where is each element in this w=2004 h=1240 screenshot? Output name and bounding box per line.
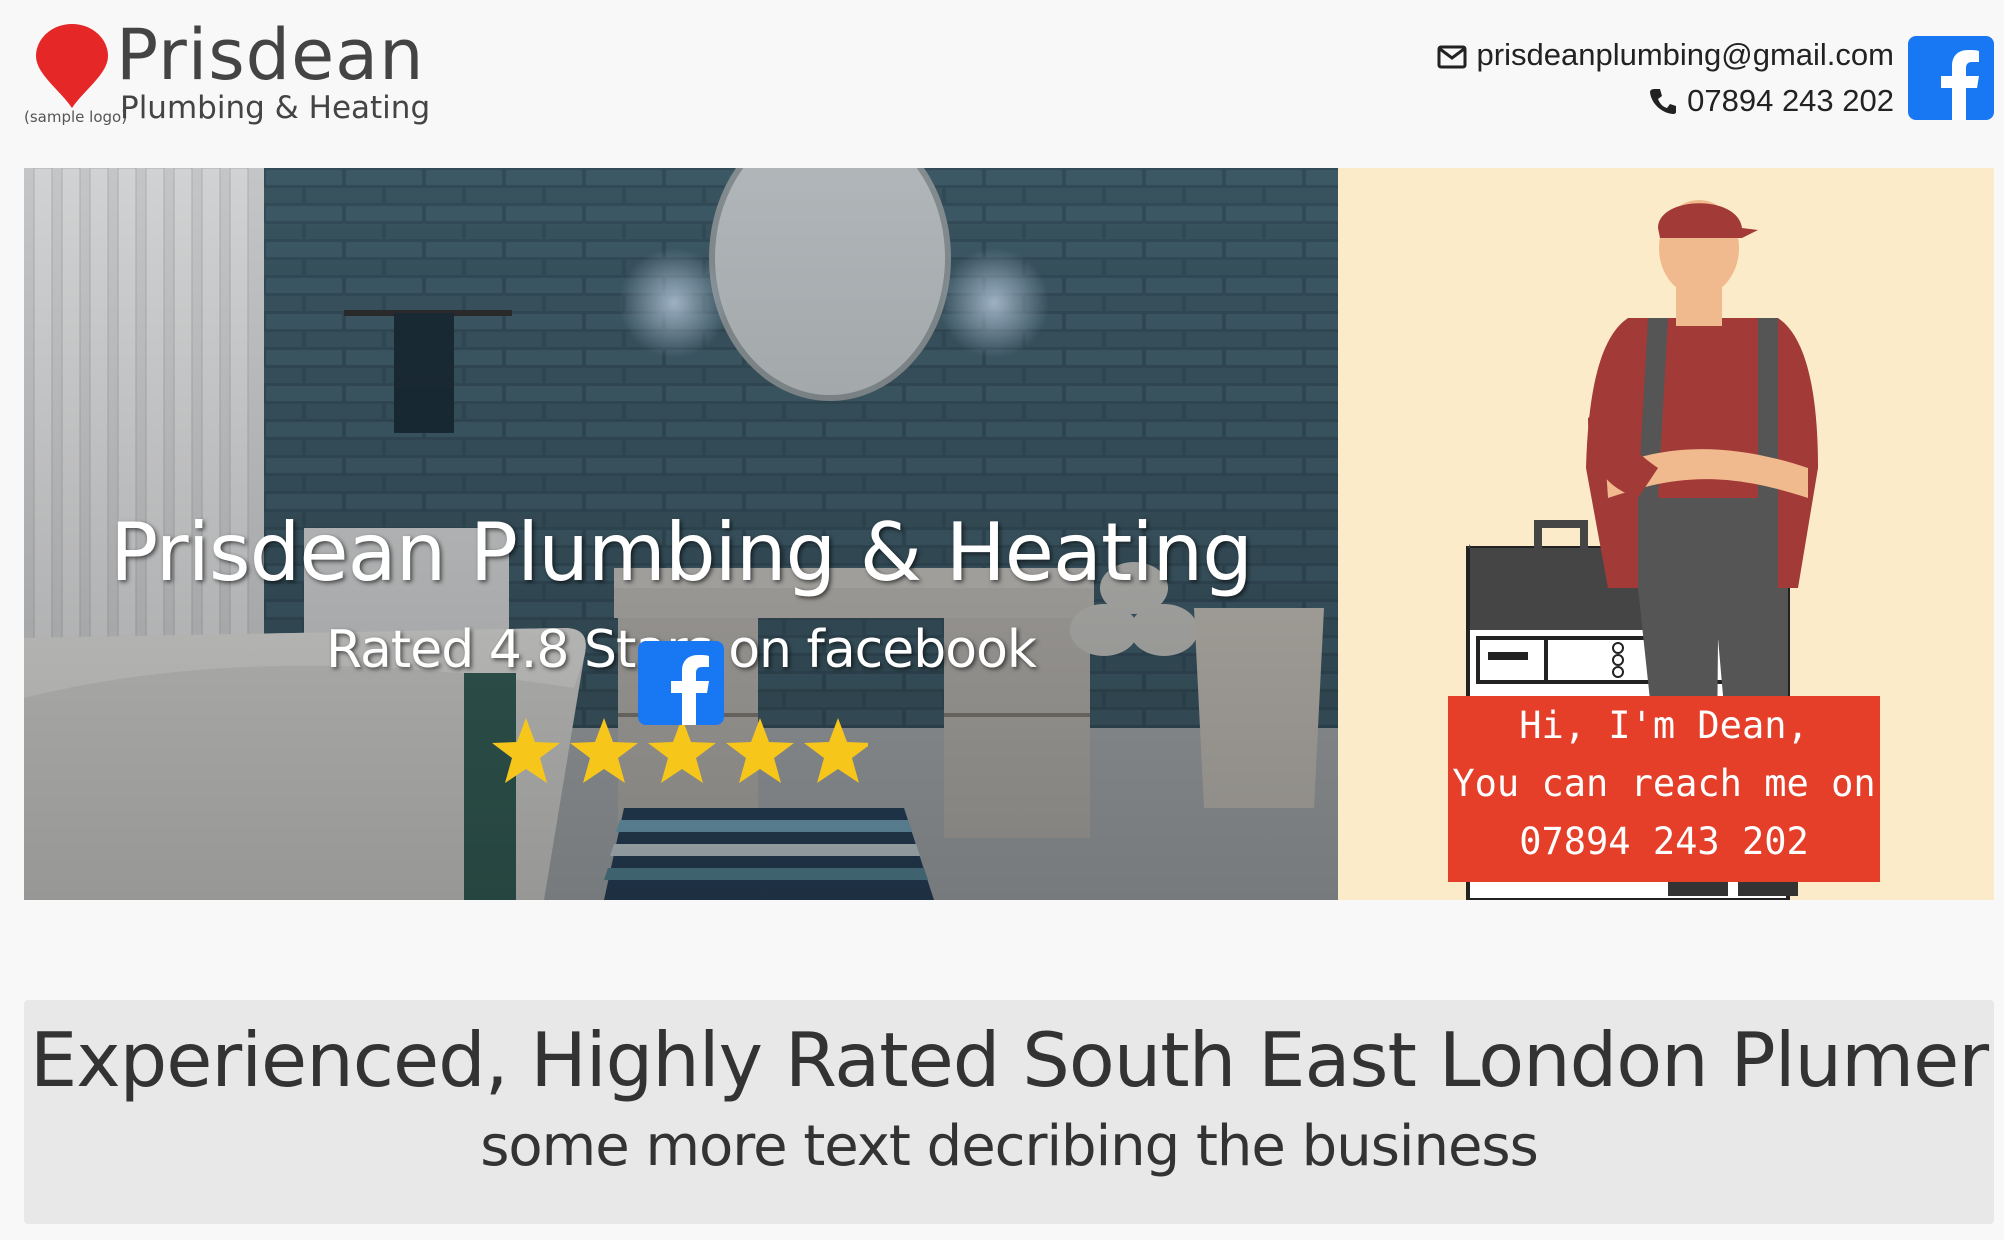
star-icon bbox=[726, 718, 794, 783]
contact-badge: Hi, I'm Dean, You can reach me on 07894 … bbox=[1448, 696, 1880, 882]
promo-panel: Hi, I'm Dean, You can reach me on 07894 … bbox=[1338, 168, 1994, 900]
logo-brand-name: Prisdean bbox=[116, 14, 425, 96]
phone-contact[interactable]: 07894 243 202 bbox=[1437, 78, 1894, 124]
star-icon bbox=[570, 718, 638, 783]
star-icon bbox=[804, 718, 868, 783]
contact-info: prisdeanplumbing@gmail.com 07894 243 202 bbox=[1437, 32, 1894, 124]
about-description: some more text decribing the business bbox=[480, 1114, 1539, 1179]
badge-phone[interactable]: 07894 243 202 bbox=[1448, 812, 1880, 870]
email-link[interactable]: prisdeanplumbing@gmail.com bbox=[1477, 37, 1894, 72]
phone-icon bbox=[1650, 89, 1677, 114]
facebook-icon[interactable] bbox=[1908, 36, 1994, 120]
logo[interactable]: (sample logo) Prisdean Plumbing & Heatin… bbox=[24, 14, 444, 128]
badge-greeting: Hi, I'm Dean, bbox=[1519, 704, 1809, 747]
star-icon bbox=[648, 718, 716, 783]
envelope-icon bbox=[1437, 45, 1467, 69]
site-header: (sample logo) Prisdean Plumbing & Heatin… bbox=[0, 0, 2004, 160]
star-icon bbox=[492, 718, 560, 783]
map-pin-logo-icon bbox=[36, 24, 108, 108]
email-contact[interactable]: prisdeanplumbing@gmail.com bbox=[1437, 32, 1894, 78]
logo-tagline: Plumbing & Heating bbox=[120, 90, 431, 126]
phone-link[interactable]: 07894 243 202 bbox=[1687, 83, 1894, 118]
badge-reach: You can reach me on bbox=[1452, 762, 1876, 805]
hero-title: Prisdean Plumbing & Heating bbox=[109, 506, 1253, 599]
logo-sample-note: (sample logo) bbox=[24, 108, 128, 126]
facebook-icon[interactable] bbox=[638, 640, 724, 726]
about-headline: Experienced, Highly Rated South East Lon… bbox=[29, 1016, 1989, 1104]
about-section: Experienced, Highly Rated South East Lon… bbox=[24, 1000, 1994, 1224]
hero-banner: Prisdean Plumbing & Heating Rated 4.8 St… bbox=[24, 168, 1338, 900]
